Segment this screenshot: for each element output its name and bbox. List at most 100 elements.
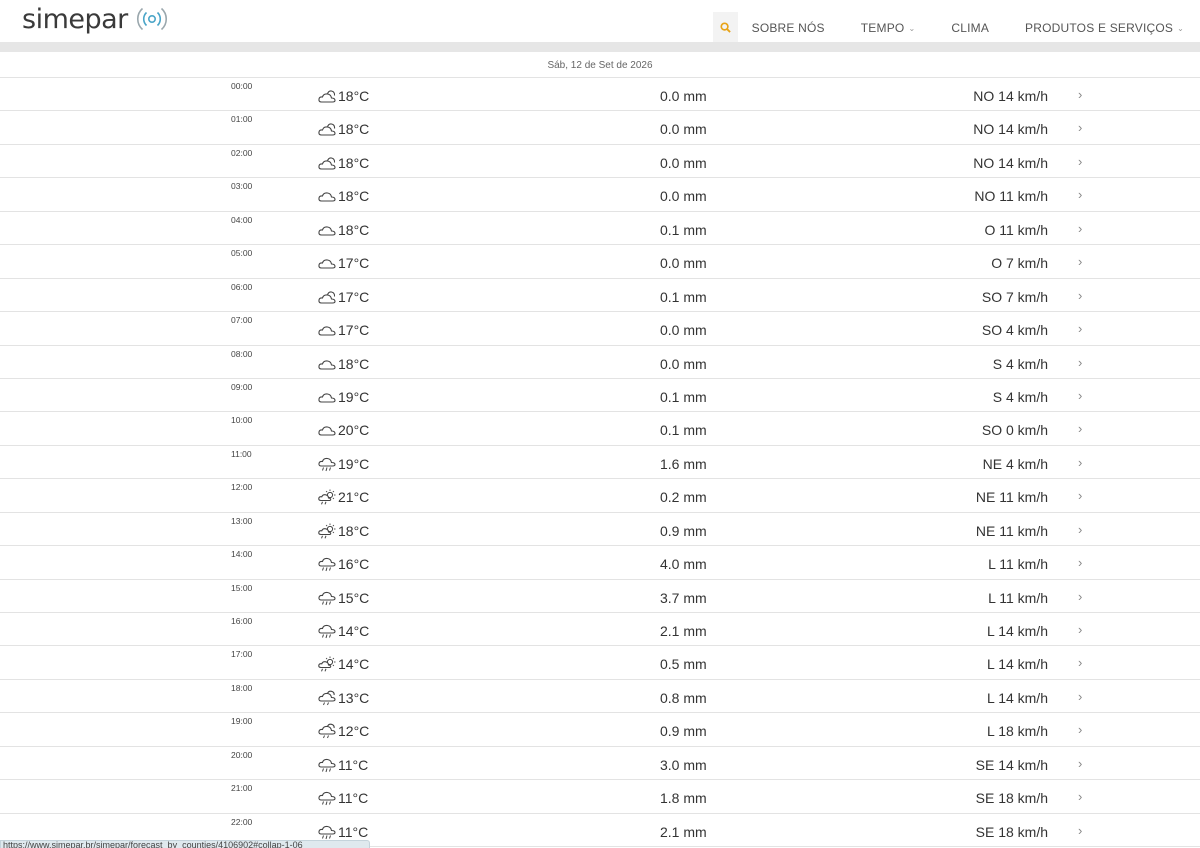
forecast-condition: 11°C [317, 757, 368, 773]
forecast-row[interactable]: 07:00 17°C 0.0 mm SO 4 km/h › [0, 312, 1200, 346]
chevron-right-icon[interactable]: › [1078, 655, 1082, 670]
nav-sobre-nos[interactable]: SOBRE NÓS [752, 12, 825, 44]
chevron-right-icon[interactable]: › [1078, 455, 1082, 470]
chevron-right-icon[interactable]: › [1078, 589, 1082, 604]
chevron-right-icon[interactable]: › [1078, 221, 1082, 236]
forecast-row[interactable]: 04:00 18°C 0.1 mm O 11 km/h › [0, 212, 1200, 246]
forecast-row[interactable]: 08:00 18°C 0.0 mm S 4 km/h › [0, 346, 1200, 379]
forecast-temperature: 11°C [338, 756, 369, 773]
nav-tempo-label: TEMPO [860, 21, 905, 35]
chevron-right-icon[interactable]: › [1078, 120, 1082, 135]
forecast-condition: 18°C [317, 88, 369, 104]
chevron-right-icon[interactable]: › [1078, 154, 1082, 169]
forecast-row[interactable]: 06:00 17°C 0.1 mm SO 7 km/h › [0, 279, 1200, 313]
sun-rain-icon [318, 656, 336, 672]
forecast-condition: 18°C [317, 222, 369, 238]
forecast-row[interactable]: 00:00 18°C 0.0 mm NO 14 km/h › [0, 78, 1200, 112]
forecast-row[interactable]: 10:00 20°C 0.1 mm SO 0 km/h › [0, 412, 1200, 446]
forecast-time: 01:00 [231, 114, 253, 125]
forecast-condition: 18°C [317, 121, 369, 137]
chevron-right-icon[interactable]: › [1078, 622, 1082, 637]
nav-clima-label: CLIMA [951, 21, 990, 35]
cloudy-icon [318, 326, 336, 336]
forecast-condition: 18°C [317, 188, 369, 204]
forecast-wind: NE 11 km/h [975, 522, 1048, 539]
forecast-time: 20:00 [231, 749, 253, 760]
forecast-row[interactable]: 19:00 12°C 0.9 mm L 18 km/h › [0, 713, 1200, 747]
forecast-temperature: 13°C [338, 689, 370, 706]
forecast-row[interactable]: 21:00 11°C 1.8 mm SE 18 km/h › [0, 780, 1200, 814]
forecast-row[interactable]: 03:00 18°C 0.0 mm NO 11 km/h › [0, 178, 1200, 212]
forecast-precipitation: 2.1 mm [660, 623, 707, 639]
search-button[interactable] [712, 12, 738, 44]
forecast-precipitation: 0.0 mm [660, 188, 707, 205]
forecast-condition: 17°C [317, 322, 369, 338]
forecast-row[interactable]: 12:00 21°C 0.2 mm NE 11 km/h › [0, 479, 1200, 513]
chevron-right-icon[interactable]: › [1078, 321, 1082, 336]
chevron-right-icon[interactable]: › [1078, 187, 1082, 202]
forecast-time: 16:00 [231, 616, 253, 626]
chevron-right-icon[interactable]: › [1078, 355, 1082, 370]
chevron-right-icon[interactable]: › [1078, 555, 1082, 570]
nav-tempo[interactable]: TEMPO ⌄ [861, 12, 916, 44]
rain-icon [318, 624, 336, 639]
chevron-right-icon[interactable]: › [1078, 756, 1082, 771]
forecast-temperature: 17°C [338, 288, 370, 305]
forecast-row[interactable]: 13:00 18°C 0.9 mm NE 11 km/h › [0, 513, 1200, 547]
forecast-wind: SE 18 km/h [975, 790, 1048, 807]
chevron-right-icon[interactable]: › [1078, 722, 1082, 737]
forecast-row[interactable]: 15:00 15°C 3.7 mm L 11 km/h › [0, 580, 1200, 613]
chevron-down-icon: ⌄ [908, 24, 916, 33]
forecast-temperature: 18°C [338, 221, 370, 238]
forecast-precipitation: 0.9 mm [660, 723, 707, 740]
signal-logo-icon [136, 7, 167, 31]
forecast-precipitation: 0.1 mm [660, 422, 707, 439]
forecast-row[interactable]: 17:00 14°C 0.5 mm L 14 km/h › [0, 646, 1200, 680]
forecast-precipitation: 0.9 mm [660, 522, 707, 539]
partly-cloudy-icon [318, 90, 336, 103]
chevron-right-icon[interactable]: › [1078, 488, 1082, 503]
forecast-precipitation: 0.0 mm [660, 88, 707, 104]
forecast-row[interactable]: 01:00 18°C 0.0 mm NO 14 km/h › [0, 111, 1200, 145]
forecast-temperature: 18°C [338, 188, 370, 205]
chevron-right-icon[interactable]: › [1078, 522, 1082, 537]
chevron-right-icon[interactable]: › [1078, 789, 1082, 804]
nav-clima[interactable]: CLIMA [951, 12, 989, 44]
forecast-condition: 15°C [317, 590, 369, 606]
forecast-wind: SE 14 km/h [975, 756, 1048, 773]
forecast-row[interactable]: 09:00 19°C 0.1 mm S 4 km/h › [0, 379, 1200, 413]
forecast-row[interactable]: 02:00 18°C 0.0 mm NO 14 km/h › [0, 145, 1200, 179]
chevron-right-icon[interactable]: › [1078, 388, 1082, 403]
simepar-logo[interactable]: simepar [22, 2, 168, 36]
forecast-temperature: 14°C [338, 656, 370, 673]
forecast-condition: 21°C [317, 489, 369, 505]
main-nav: SOBRE NÓS TEMPO ⌄ CLIMA PRODUTOS E SERVIÇ… [712, 12, 1200, 44]
forecast-temperature: 19°C [338, 388, 370, 405]
forecast-wind: O 11 km/h [984, 221, 1048, 238]
forecast-condition: 13°C [317, 690, 369, 706]
forecast-row[interactable]: 14:00 16°C 4.0 mm L 11 km/h › [0, 546, 1200, 580]
forecast-temperature: 21°C [338, 489, 370, 506]
forecast-time: 07:00 [231, 315, 253, 326]
chevron-right-icon[interactable]: › [1078, 254, 1082, 269]
header-band [0, 42, 1200, 52]
forecast-temperature: 17°C [338, 322, 370, 339]
forecast-precipitation: 0.0 mm [660, 255, 707, 272]
chevron-right-icon[interactable]: › [1078, 823, 1082, 838]
forecast-row[interactable]: 05:00 17°C 0.0 mm O 7 km/h › [0, 245, 1200, 279]
chevron-right-icon[interactable]: › [1078, 288, 1082, 303]
forecast-row[interactable]: 11:00 19°C 1.6 mm NE 4 km/h › [0, 446, 1200, 480]
chevron-right-icon[interactable]: › [1078, 421, 1082, 436]
forecast-row[interactable]: 18:00 13°C 0.8 mm L 14 km/h › [0, 680, 1200, 714]
cloudy-icon [318, 226, 336, 236]
forecast-precipitation: 0.0 mm [660, 154, 707, 171]
chevron-right-icon[interactable]: › [1078, 87, 1082, 102]
forecast-row[interactable]: 16:00 14°C 2.1 mm L 14 km/h › [0, 613, 1200, 647]
chevron-right-icon[interactable]: › [1078, 689, 1082, 704]
forecast-condition: 18°C [317, 523, 369, 539]
partly-cloudy-icon [318, 157, 336, 170]
forecast-time: 03:00 [231, 181, 253, 192]
forecast-row[interactable]: 20:00 11°C 3.0 mm SE 14 km/h › [0, 747, 1200, 781]
nav-produtos-servicos[interactable]: PRODUTOS E SERVIÇOS ⌄ [1025, 12, 1184, 44]
forecast-condition: 11°C [317, 824, 368, 840]
